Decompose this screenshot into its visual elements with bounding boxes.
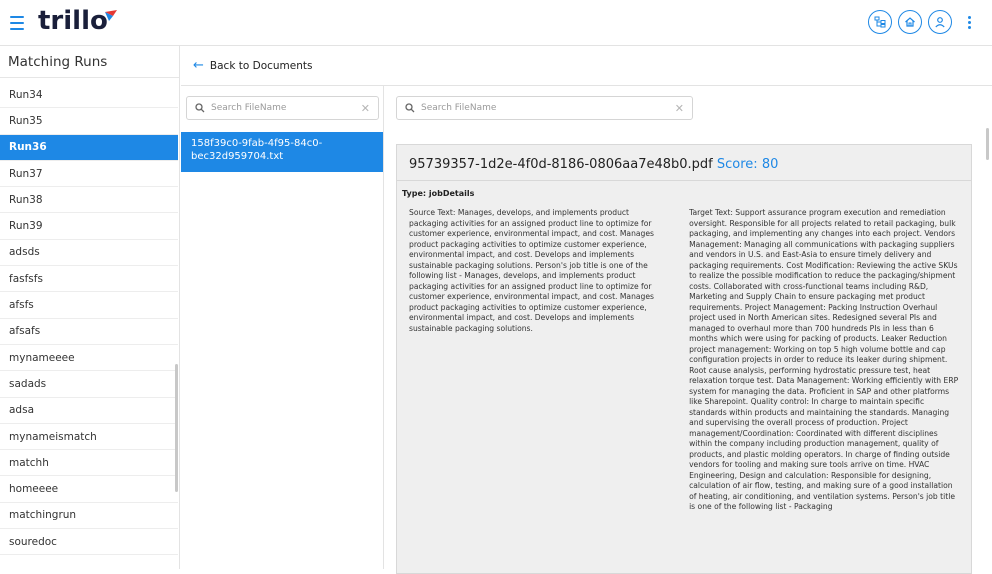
sidebar-item-label: afsfs [9,299,34,312]
app-logo: trillo [38,6,108,36]
clear-search-icon[interactable]: ✕ [675,102,684,115]
sidebar-item-run[interactable]: afsafs [0,319,178,345]
sidebar-item-run[interactable]: homeeee [0,476,178,503]
sidebar-item-label: mynameismatch [9,430,97,443]
match-panel: Search FileName ✕ 95739357-1d2e-4f0d-818… [385,86,992,574]
sidebar-item-label: Run39 [9,220,43,233]
match-search-placeholder: Search FileName [421,103,497,113]
match-header: 95739357-1d2e-4f0d-8186-0806aa7e48b0.pdf… [397,145,971,181]
source-text: Source Text: Manages, develops, and impl… [409,208,654,333]
file-name: 158f39c0-9fab-4f95-84c0-bec32d959704.txt [191,138,323,162]
sidebar-item-run[interactable]: matchh [0,450,178,477]
sidebar-item-label: mynameeee [9,351,75,364]
search-icon [195,103,205,113]
sidebar-item-label: matchingrun [9,509,77,522]
sidebar-item-run[interactable]: Run37 [0,161,178,188]
sidebar-item-label: sadads [9,377,47,390]
sidebar-item-run[interactable]: Run34 [0,82,178,109]
file-search-placeholder: Search FileName [211,103,287,113]
sidebar-item-label: souredoc [9,535,57,548]
file-column: Search FileName ✕ 158f39c0-9fab-4f95-84c… [181,86,384,569]
sidebar-item-run[interactable]: Run39 [0,213,178,240]
sidebar-item-run[interactable]: afsfs [0,292,178,319]
sidebar: Matching Runs Run34 Run35 Run36 Run37 Run38 R… [0,46,180,569]
match-score: Score: 80 [716,157,779,172]
clear-search-icon[interactable]: ✕ [361,102,370,115]
back-label: Back to Documents [209,59,313,72]
logo-flag-icon [105,10,117,21]
more-vert-icon[interactable] [962,10,976,34]
sidebar-item-label: Run34 [9,88,43,101]
back-to-documents-button[interactable]: ← Back to Documents [181,46,992,86]
sidebar-item-label: adsds [9,246,40,259]
sidebar-item-run[interactable]: mynameismatch [0,424,178,451]
match-filename: 95739357-1d2e-4f0d-8186-0806aa7e48b0.pdf [409,157,713,172]
sidebar-title: Matching Runs [0,46,179,78]
sidebar-item-label: matchh [9,456,49,469]
sidebar-item-label: adsa [9,404,35,417]
run-list: Run34 Run35 Run36 Run37 Run38 Run39 adsds fasfs… [0,82,178,556]
sidebar-item-run[interactable]: adsds [0,240,178,267]
sidebar-item-label: Run37 [9,167,43,180]
sidebar-item-run[interactable]: mynameeee [0,345,178,372]
sidebar-item-label: Run36 [9,141,47,154]
sidebar-item-run[interactable]: Run36 [0,134,178,161]
sidebar-item-label: fasfsfs [9,272,43,285]
arrow-left-icon: ← [193,58,204,73]
content-scrollbar[interactable] [986,128,989,160]
sidebar-item-label: afsafs [9,325,41,338]
search-icon [405,103,415,113]
sidebar-item-run[interactable]: sadads [0,371,178,398]
sidebar-item-run[interactable]: matchingrun [0,503,178,530]
hamburger-menu-icon[interactable] [6,12,30,34]
top-app-bar: trillo [0,0,992,46]
sidebar-item-run[interactable]: Run35 [0,108,178,135]
sidebar-item-run[interactable]: Run38 [0,187,178,214]
sidebar-item-run[interactable]: adsa [0,398,178,424]
target-text: Target Text: Support assurance program e… [689,208,959,511]
sidebar-item-label: Run35 [9,114,43,127]
file-search-input[interactable]: Search FileName ✕ [186,96,379,120]
user-icon[interactable] [928,10,952,34]
match-type: Type: jobDetails [402,189,475,198]
sidebar-item-run[interactable]: souredoc [0,529,178,556]
hierarchy-icon[interactable] [868,10,892,34]
match-card: 95739357-1d2e-4f0d-8186-0806aa7e48b0.pdf… [396,144,972,574]
sidebar-item-run[interactable]: fasfsfs [0,266,178,293]
match-search-input[interactable]: Search FileName ✕ [396,96,693,120]
sidebar-scrollbar[interactable] [175,364,178,492]
sidebar-item-label: Run38 [9,193,43,206]
sidebar-item-label: homeeee [9,483,59,496]
home-icon[interactable] [898,10,922,34]
file-list-item[interactable]: 158f39c0-9fab-4f95-84c0-bec32d959704.txt [181,132,383,172]
